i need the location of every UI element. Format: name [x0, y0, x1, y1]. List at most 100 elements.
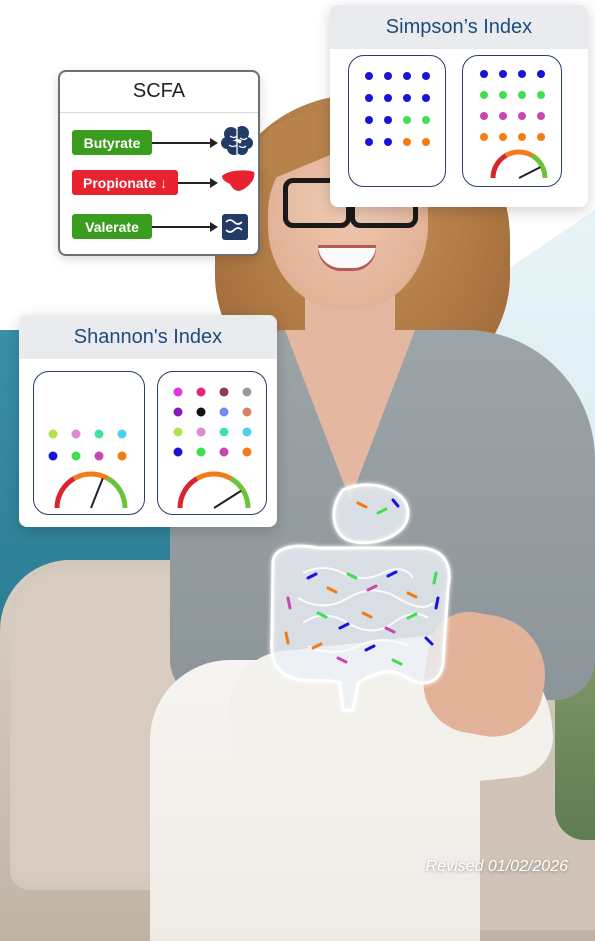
simpsons-left-dot	[403, 72, 411, 80]
shannons-right-dot	[196, 387, 206, 397]
shannons-left-dot	[94, 429, 104, 439]
shannons-left-dot	[94, 451, 104, 461]
shannons-left-dot	[71, 451, 81, 461]
shannons-left-dot	[117, 451, 127, 461]
simpsons-index-title: Simpson’s Index	[330, 5, 588, 49]
shannons-right-gauge	[177, 471, 251, 509]
simpsons-right-dot	[480, 91, 488, 99]
brain-icon	[221, 126, 253, 155]
simpsons-left-dot	[403, 116, 411, 124]
scfa-title: SCFA	[132, 80, 186, 102]
shannons-right-dot	[242, 407, 252, 417]
butyrate-pill: Butyrate	[72, 130, 152, 155]
simpsons-left-dot	[422, 72, 430, 80]
shannons-right-dot	[196, 427, 206, 437]
shannons-right-dot	[173, 447, 183, 457]
simpsons-left-dot	[365, 72, 373, 80]
shannons-right-dot	[219, 387, 229, 397]
shannons-left-gauge-needle	[90, 477, 104, 509]
intestine-icon	[222, 214, 248, 240]
simpsons-right-gauge-needle	[518, 166, 541, 179]
simpsons-left-dot	[384, 72, 392, 80]
simpsons-right-dots	[480, 70, 548, 179]
shannons-right-dot	[196, 407, 206, 417]
shannons-left-dot	[117, 429, 127, 439]
simpsons-right-dot	[499, 70, 507, 78]
shannons-right-gauge-needle	[213, 490, 242, 509]
simpsons-left-dot	[384, 138, 392, 146]
shannons-right-dot	[219, 447, 229, 457]
shannons-right-dot	[173, 407, 183, 417]
simpsons-right-panel	[462, 55, 562, 187]
shannons-left-gauge-arc	[106, 476, 128, 509]
shannons-right-dot	[242, 447, 252, 457]
simpsons-left-dots	[365, 72, 430, 146]
shannons-right-dot	[173, 427, 183, 437]
butyrate-arrow	[152, 142, 212, 144]
simpsons-left-dot	[403, 94, 411, 102]
shannons-index-title: Shannon's Index	[19, 315, 277, 359]
simpsons-right-gauge-arc	[530, 153, 548, 179]
shannons-right-dot	[219, 427, 229, 437]
propionate-arrowhead	[210, 178, 218, 188]
butyrate-arrowhead	[210, 138, 218, 148]
simpsons-left-dot	[365, 138, 373, 146]
shannons-index-card: Shannon's Index	[19, 315, 277, 527]
shannons-right-gauge-arc	[229, 476, 251, 509]
simpsons-right-gauge-arc	[490, 153, 508, 179]
simpsons-index-card: Simpson’s Index	[330, 5, 588, 207]
shannons-left-dot	[71, 429, 81, 439]
shannons-right-dot	[242, 427, 252, 437]
simpsons-right-gauge-arc	[504, 149, 534, 158]
simpsons-right-dot	[499, 112, 507, 120]
propionate-pill: Propionate ↓	[72, 170, 178, 195]
shannons-left-dot	[48, 451, 58, 461]
page-canvas: Simpson’s Index SCFA Butyrate Propionate…	[0, 0, 595, 941]
shannons-right-gauge-arc	[195, 471, 233, 481]
valerate-arrow	[152, 226, 212, 228]
shannons-left-dot	[48, 429, 58, 439]
gut-microbiome-illustration	[270, 483, 451, 712]
simpsons-right-dot	[499, 133, 507, 141]
simpsons-right-dot	[518, 133, 526, 141]
valerate-pill: Valerate	[72, 214, 152, 239]
shannons-left-dots	[48, 429, 128, 509]
simpsons-left-dot	[384, 116, 392, 124]
simpsons-right-dot	[518, 91, 526, 99]
simpsons-right-dot	[537, 133, 545, 141]
simpsons-right-dot	[480, 133, 488, 141]
shannons-right-dot	[196, 447, 206, 457]
scfa-row-butyrate: Butyrate	[72, 126, 253, 155]
shannons-left-panel	[33, 371, 145, 515]
scfa-row-propionate: Propionate ↓	[72, 170, 255, 195]
shannons-left-gauge-arc	[72, 471, 110, 481]
simpsons-left-panel	[348, 55, 446, 187]
simpsons-right-dot	[518, 112, 526, 120]
valerate-arrowhead	[210, 222, 218, 232]
shannons-right-dots	[173, 387, 252, 509]
propionate-arrow	[178, 182, 212, 184]
simpsons-right-dot	[537, 91, 545, 99]
simpsons-right-dot	[480, 70, 488, 78]
revised-date: Revised 01/02/2026	[425, 858, 568, 875]
simpsons-left-dot	[365, 94, 373, 102]
simpsons-left-dot	[422, 138, 430, 146]
shannons-right-dot	[173, 387, 183, 397]
liver-icon	[222, 170, 255, 191]
scfa-row-valerate: Valerate	[72, 214, 250, 240]
simpsons-right-dot	[537, 112, 545, 120]
scfa-card: SCFA Butyrate Propionate ↓ Valerate	[58, 70, 260, 256]
simpsons-right-dot	[480, 112, 488, 120]
shannons-right-panel	[157, 371, 267, 515]
simpsons-right-dot	[518, 70, 526, 78]
shannons-right-dot	[219, 407, 229, 417]
simpsons-right-dot	[499, 91, 507, 99]
simpsons-left-dot	[403, 138, 411, 146]
scfa-divider	[60, 112, 258, 113]
simpsons-left-dot	[422, 116, 430, 124]
simpsons-left-dot	[365, 116, 373, 124]
shannons-right-dot	[242, 387, 252, 397]
shannons-left-gauge-arc	[54, 476, 76, 509]
simpsons-left-dot	[422, 94, 430, 102]
simpsons-right-gauge	[490, 149, 548, 179]
